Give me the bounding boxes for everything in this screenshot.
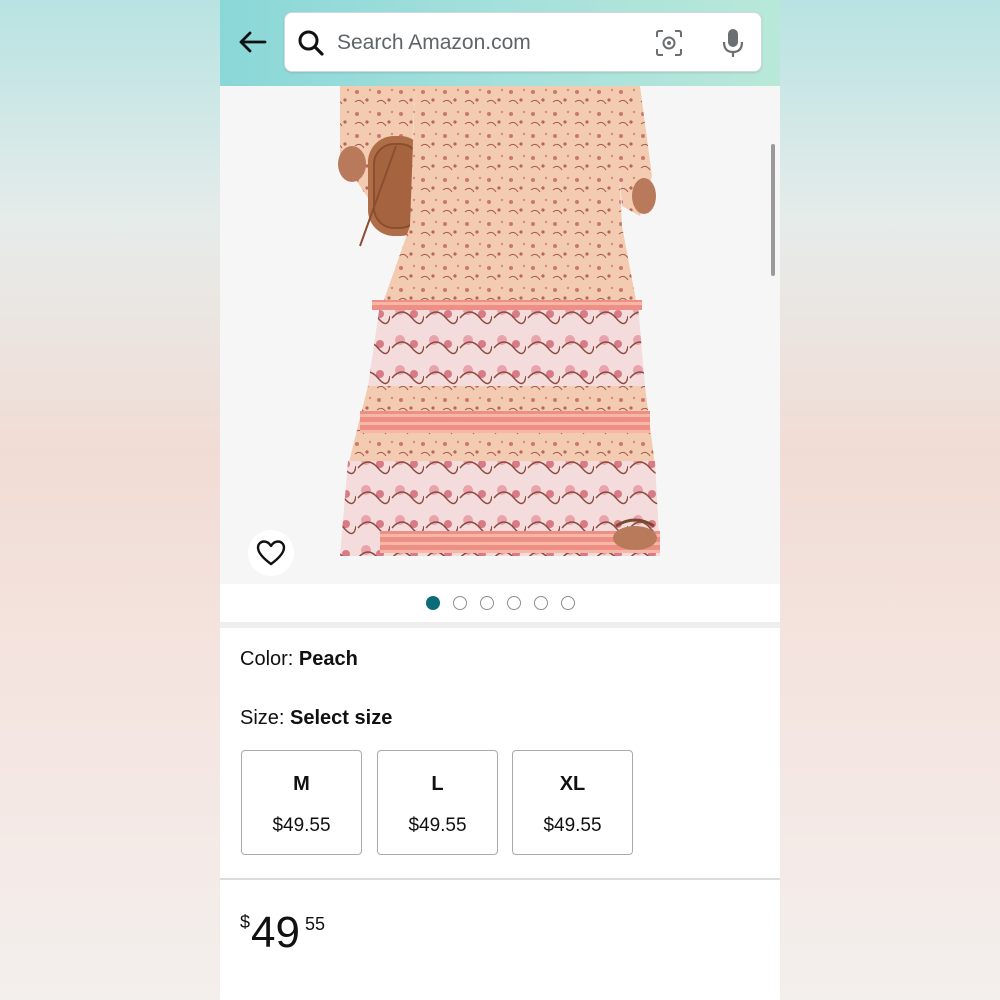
size-option-name: XL — [559, 773, 586, 795]
microphone-icon[interactable] — [719, 27, 747, 59]
section-separator — [220, 622, 780, 628]
carousel-indicator — [220, 584, 780, 622]
size-selection: Size: Select size — [240, 707, 392, 730]
color-selection: Color: Peach — [240, 648, 358, 671]
price-currency: $ — [240, 912, 251, 932]
size-option-price: $49.55 — [408, 815, 467, 836]
size-option-l[interactable]: L $49.55 — [377, 750, 498, 855]
color-label: Color: — [240, 648, 299, 670]
search-box[interactable] — [284, 12, 762, 72]
background-blur-left — [0, 0, 220, 1000]
carousel-dot-1[interactable] — [426, 596, 440, 610]
favorite-button[interactable] — [248, 530, 294, 576]
back-arrow-icon — [239, 31, 267, 53]
size-value: Select size — [290, 707, 393, 729]
heart-icon — [256, 540, 286, 566]
product-image[interactable] — [220, 86, 780, 584]
carousel-dot-3[interactable] — [480, 596, 494, 610]
search-icon — [298, 30, 324, 56]
search-header — [220, 0, 780, 86]
price-divider — [220, 878, 780, 880]
size-option-name: L — [431, 773, 444, 795]
back-button[interactable] — [234, 24, 270, 60]
app-screen: Color: Peach Size: Select size M $49.55 … — [220, 0, 780, 1000]
search-input[interactable] — [337, 23, 637, 63]
size-option-xl[interactable]: XL $49.55 — [512, 750, 633, 855]
size-option-price: $49.55 — [272, 815, 331, 836]
carousel-dot-5[interactable] — [534, 596, 548, 610]
color-value: Peach — [298, 648, 358, 670]
carousel-dot-6[interactable] — [561, 596, 575, 610]
size-option-price: $49.55 — [543, 815, 602, 836]
background-blur-right — [780, 0, 1000, 1000]
size-option-name: M — [293, 773, 310, 795]
carousel-dot-4[interactable] — [507, 596, 521, 610]
size-option-m[interactable]: M $49.55 — [241, 750, 362, 855]
camera-lens-icon[interactable] — [655, 29, 683, 57]
size-label: Size: — [240, 707, 291, 729]
price-whole: 49 — [251, 908, 300, 957]
page-scrollbar[interactable] — [771, 144, 775, 276]
price-fraction: 55 — [305, 914, 326, 934]
dress-photo — [220, 86, 780, 584]
carousel-dot-2[interactable] — [453, 596, 467, 610]
